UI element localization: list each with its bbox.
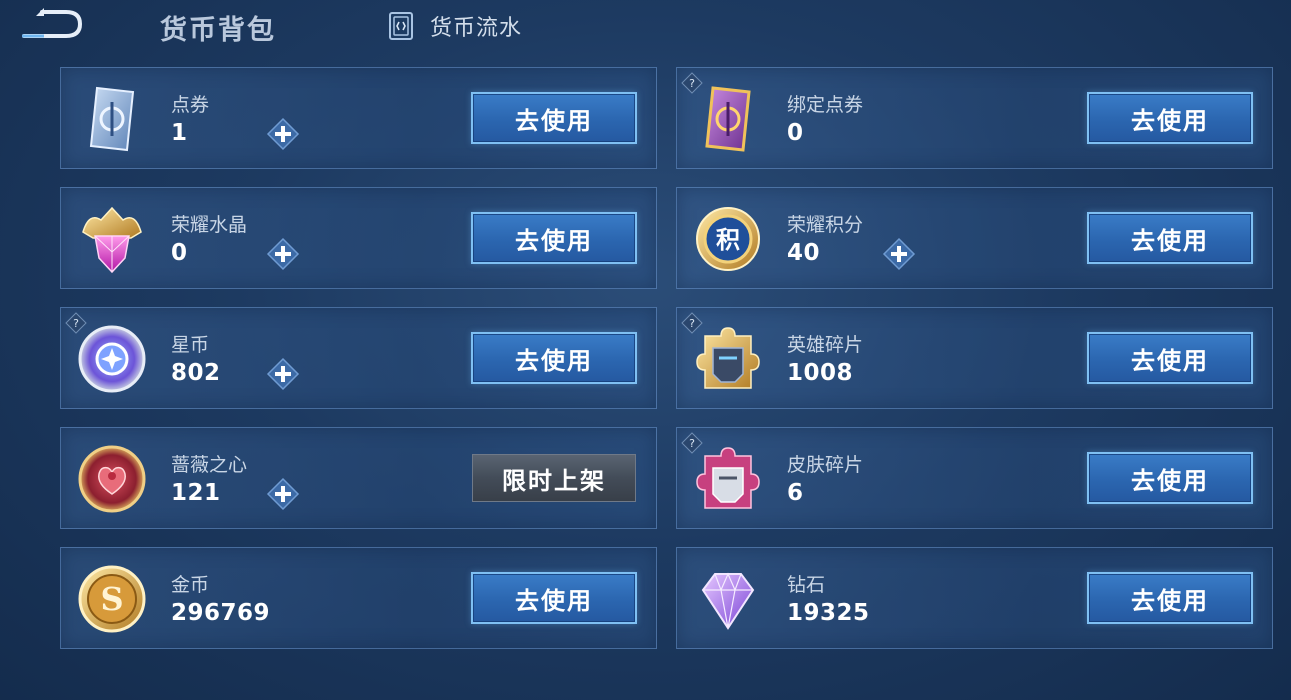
- diamond-icon: [701, 572, 755, 630]
- use-button[interactable]: 去使用: [1087, 332, 1253, 384]
- currency-name: 钻石: [787, 574, 826, 596]
- currency-name: 绑定点券: [787, 94, 864, 116]
- currency-amount: 1: [171, 120, 188, 146]
- currency-amount: 121: [171, 480, 221, 506]
- currency-amount: 0: [787, 120, 804, 146]
- currency-name: 皮肤碎片: [787, 454, 864, 476]
- currency-card-gold-coin: S 金币 296769 去使用: [60, 547, 657, 649]
- currency-name: 荣耀水晶: [171, 214, 248, 236]
- skin-fragment-icon: [696, 447, 760, 509]
- currency-name: 荣耀积分: [787, 214, 864, 236]
- plus-icon[interactable]: [266, 117, 300, 151]
- currency-amount: 19325: [787, 600, 870, 626]
- star-coin-icon: [78, 325, 146, 393]
- page-title: 货币背包: [160, 15, 276, 46]
- use-button[interactable]: 去使用: [1087, 452, 1253, 504]
- currency-card-coupon: 点券 1 去使用: [60, 67, 657, 169]
- rose-heart-icon: [78, 445, 146, 513]
- currency-card-diamond: 钻石 19325 去使用: [676, 547, 1273, 649]
- hero-fragment-icon: [696, 327, 760, 389]
- header-bar: 货币背包 货币流水: [0, 0, 1291, 56]
- currency-amount: 6: [787, 480, 804, 506]
- currency-card-rose-heart: 蔷薇之心 121 限时上架: [60, 427, 657, 529]
- back-arrow-icon[interactable]: [14, 6, 86, 42]
- use-button[interactable]: 去使用: [1087, 212, 1253, 264]
- plus-icon[interactable]: [266, 237, 300, 271]
- coupon-card-icon: [89, 86, 135, 152]
- currency-card-glory-points: 积 荣耀积分 40 去使用: [676, 187, 1273, 289]
- currency-amount: 1008: [787, 360, 854, 386]
- plus-icon[interactable]: [882, 237, 916, 271]
- plus-icon[interactable]: [266, 357, 300, 391]
- ledger-icon: [389, 12, 413, 40]
- bound-coupon-card-icon: [705, 86, 751, 152]
- plus-icon[interactable]: [266, 477, 300, 511]
- use-button[interactable]: 去使用: [1087, 92, 1253, 144]
- currency-card-skin-fragment: ? 皮肤碎片 6 去使用: [676, 427, 1273, 529]
- use-button[interactable]: 去使用: [471, 332, 637, 384]
- svg-text:积: 积: [716, 226, 740, 254]
- currency-name: 蔷薇之心: [171, 454, 248, 476]
- currency-card-glory-crystal: 荣耀水晶 0 去使用: [60, 187, 657, 289]
- currency-amount: 40: [787, 240, 821, 266]
- currency-amount: 0: [171, 240, 188, 266]
- currency-name: 英雄碎片: [787, 334, 864, 356]
- currency-name: 金币: [171, 574, 210, 596]
- currency-name: 点券: [171, 94, 210, 116]
- svg-text:S: S: [100, 580, 123, 618]
- use-button[interactable]: 去使用: [471, 92, 637, 144]
- gold-coin-icon: S: [78, 565, 146, 633]
- currency-card-hero-fragment: ? 英雄碎片 1008 去使用: [676, 307, 1273, 409]
- currency-amount: 296769: [171, 600, 271, 626]
- use-button[interactable]: 去使用: [471, 572, 637, 624]
- currency-card-bound-coupon: ? 绑定点券 0 去使用: [676, 67, 1273, 169]
- currency-amount: 802: [171, 360, 221, 386]
- use-button[interactable]: 去使用: [471, 212, 637, 264]
- limited-time-button[interactable]: 限时上架: [472, 454, 636, 502]
- use-button[interactable]: 去使用: [1087, 572, 1253, 624]
- currency-name: 星币: [171, 334, 210, 356]
- glory-points-icon: 积: [696, 207, 760, 271]
- currency-card-star-coin: ? 星币 802 去使用: [60, 307, 657, 409]
- glory-crystal-icon: [82, 206, 142, 274]
- currency-flow-link[interactable]: 货币流水: [388, 10, 522, 42]
- currency-flow-label: 货币流水: [430, 16, 523, 41]
